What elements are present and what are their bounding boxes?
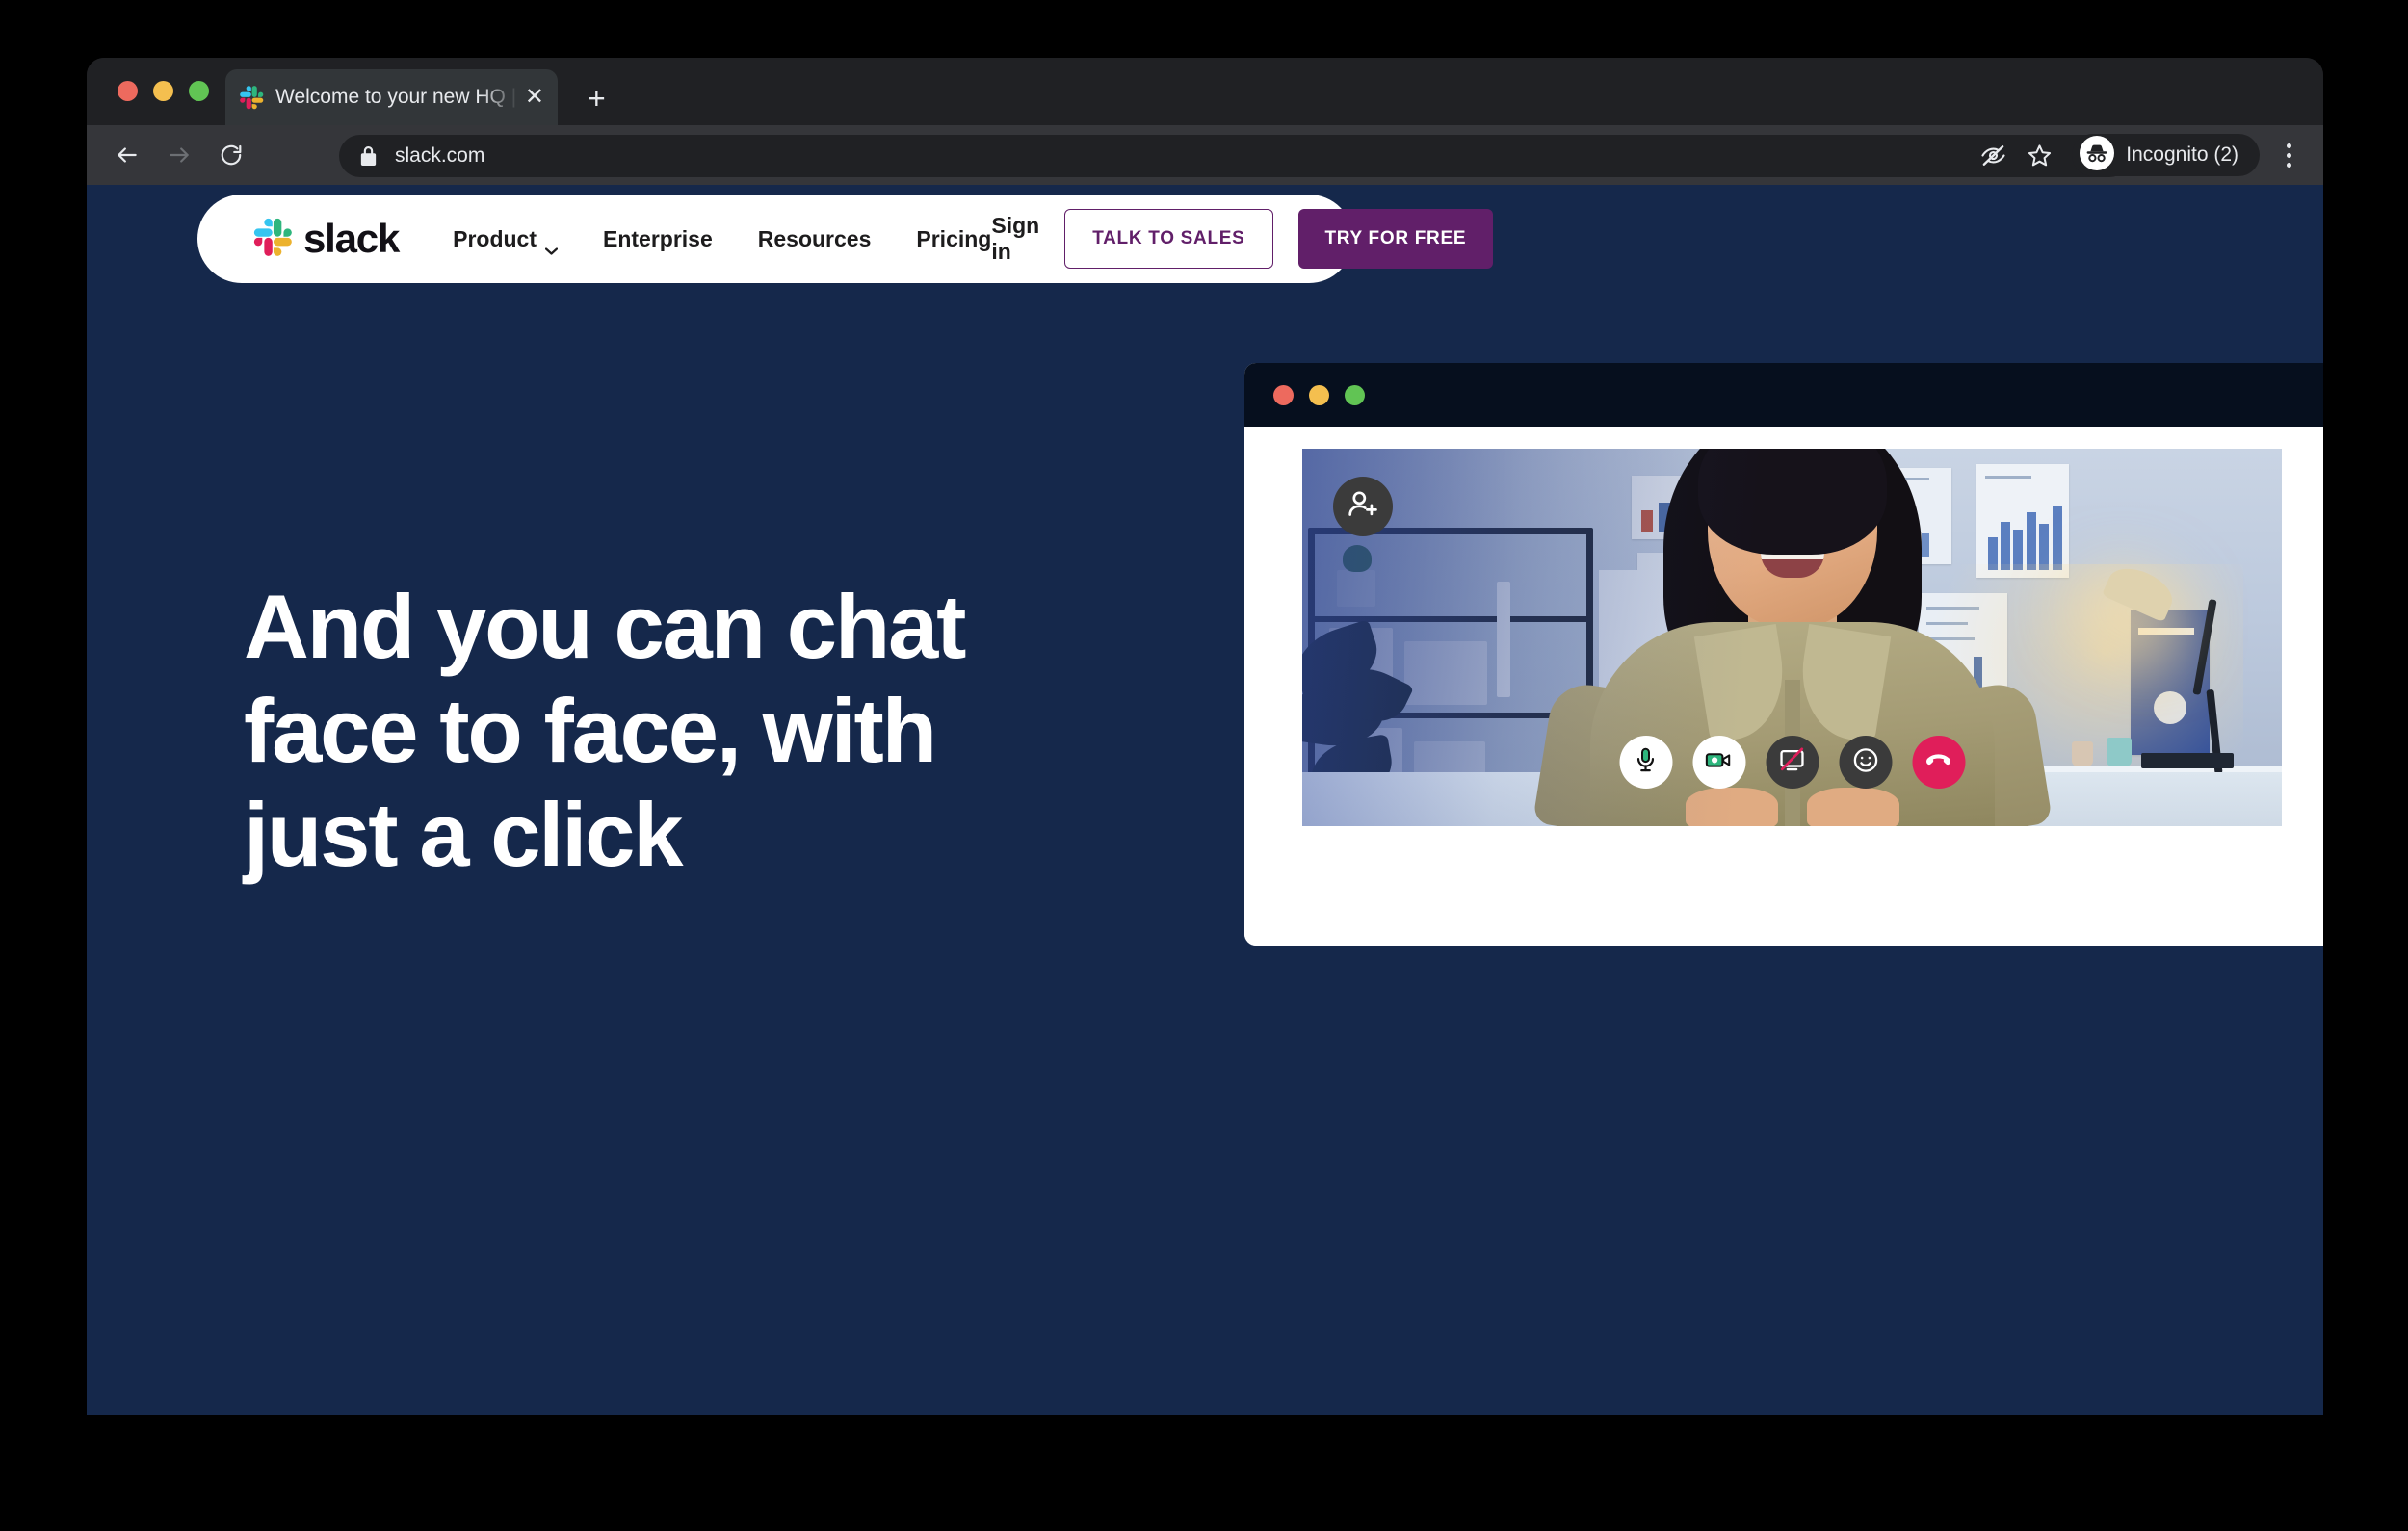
hero-headline: And you can chat face to face, with just… — [244, 575, 966, 887]
nav-item-resources[interactable]: Resources — [758, 226, 872, 252]
torso — [1589, 622, 1995, 826]
window-close-button[interactable] — [118, 81, 138, 101]
hand-right — [1806, 788, 1899, 826]
slack-logo-icon — [252, 217, 293, 262]
address-bar[interactable]: slack.com — [339, 135, 2131, 177]
slack-wordmark: slack — [303, 216, 400, 261]
nav-actions: Sign in TALK TO SALES TRY FOR FREE — [991, 209, 1494, 269]
sign-in-link[interactable]: Sign in — [991, 213, 1039, 265]
microphone-icon — [1633, 746, 1660, 778]
hang-up-button[interactable] — [1912, 736, 1965, 789]
video-window-close-button[interactable] — [1273, 384, 1294, 405]
video-call-window — [1244, 363, 2323, 946]
video-window-titlebar — [1244, 363, 2323, 427]
video-window-body — [1244, 427, 2323, 946]
hand-left — [1685, 788, 1778, 826]
browser-toolbar: slack.com Incognito (2) — [87, 125, 2323, 185]
smiley-icon — [1851, 746, 1879, 779]
microphone-button[interactable] — [1619, 736, 1672, 789]
profile-label: Incognito (2) — [2126, 143, 2238, 166]
nav-item-product-label: Product — [453, 225, 537, 251]
slack-favicon-icon — [239, 85, 264, 110]
hero-headline-line-2: face to face, with — [244, 680, 937, 782]
hero-headline-line-3: just a click — [244, 784, 683, 886]
plus-icon[interactable]: + — [588, 83, 606, 114]
profile-chip[interactable]: Incognito (2) — [2072, 134, 2260, 176]
video-camera-icon — [1705, 745, 1734, 779]
phone-hangup-icon — [1924, 745, 1953, 779]
primary-nav-links: Product Enterprise Resources Pricing — [453, 225, 991, 255]
talk-to-sales-button[interactable]: TALK TO SALES — [1064, 209, 1273, 269]
site-navigation-bar: slack Product Enterprise Resources Prici… — [197, 195, 1494, 283]
browser-toolbar-right: Incognito (2) — [1972, 125, 2308, 185]
lock-icon — [360, 146, 377, 166]
three-dots-vertical-icon[interactable] — [2269, 134, 2308, 176]
window-traffic-lights — [118, 81, 209, 101]
reload-icon[interactable] — [212, 136, 250, 174]
hero-headline-line-1: And you can chat — [244, 576, 966, 677]
nav-item-enterprise[interactable]: Enterprise — [603, 226, 713, 252]
browser-tab[interactable]: Welcome to your new HQ | Slack ✕ — [225, 69, 558, 125]
add-person-button[interactable] — [1333, 477, 1393, 536]
try-for-free-button[interactable]: TRY FOR FREE — [1297, 209, 1494, 269]
reaction-button[interactable] — [1839, 736, 1892, 789]
video-feed — [1302, 449, 2282, 826]
video-window-minimize-button[interactable] — [1309, 384, 1329, 405]
arrow-left-icon[interactable] — [108, 136, 146, 174]
address-bar-url: slack.com — [395, 144, 485, 167]
call-controls — [1619, 736, 1965, 789]
star-icon[interactable] — [2018, 134, 2060, 176]
video-window-maximize-button[interactable] — [1345, 384, 1365, 405]
close-icon[interactable]: ✕ — [525, 86, 544, 109]
browser-tab-strip: Welcome to your new HQ | Slack ✕ + — [87, 58, 2323, 125]
arrow-right-icon[interactable] — [160, 136, 198, 174]
screen-share-off-icon — [1779, 746, 1806, 778]
person-add-icon — [1347, 488, 1379, 526]
nav-item-pricing[interactable]: Pricing — [916, 226, 991, 252]
nav-item-product[interactable]: Product — [453, 225, 559, 255]
eye-slash-icon[interactable] — [1972, 134, 2014, 176]
browser-tab-title: Welcome to your new HQ | Slack — [275, 86, 519, 108]
hair-top — [1697, 449, 1887, 555]
chevron-down-icon — [544, 235, 559, 255]
slack-logo[interactable]: slack — [252, 216, 400, 262]
screen-share-button[interactable] — [1766, 736, 1819, 789]
window-maximize-button[interactable] — [189, 81, 209, 101]
incognito-icon — [2080, 135, 2115, 175]
browser-window: Welcome to your new HQ | Slack ✕ + — [87, 58, 2323, 1415]
page-viewport: slack Product Enterprise Resources Prici… — [87, 185, 2323, 1415]
camera-button[interactable] — [1692, 736, 1745, 789]
window-minimize-button[interactable] — [153, 81, 173, 101]
